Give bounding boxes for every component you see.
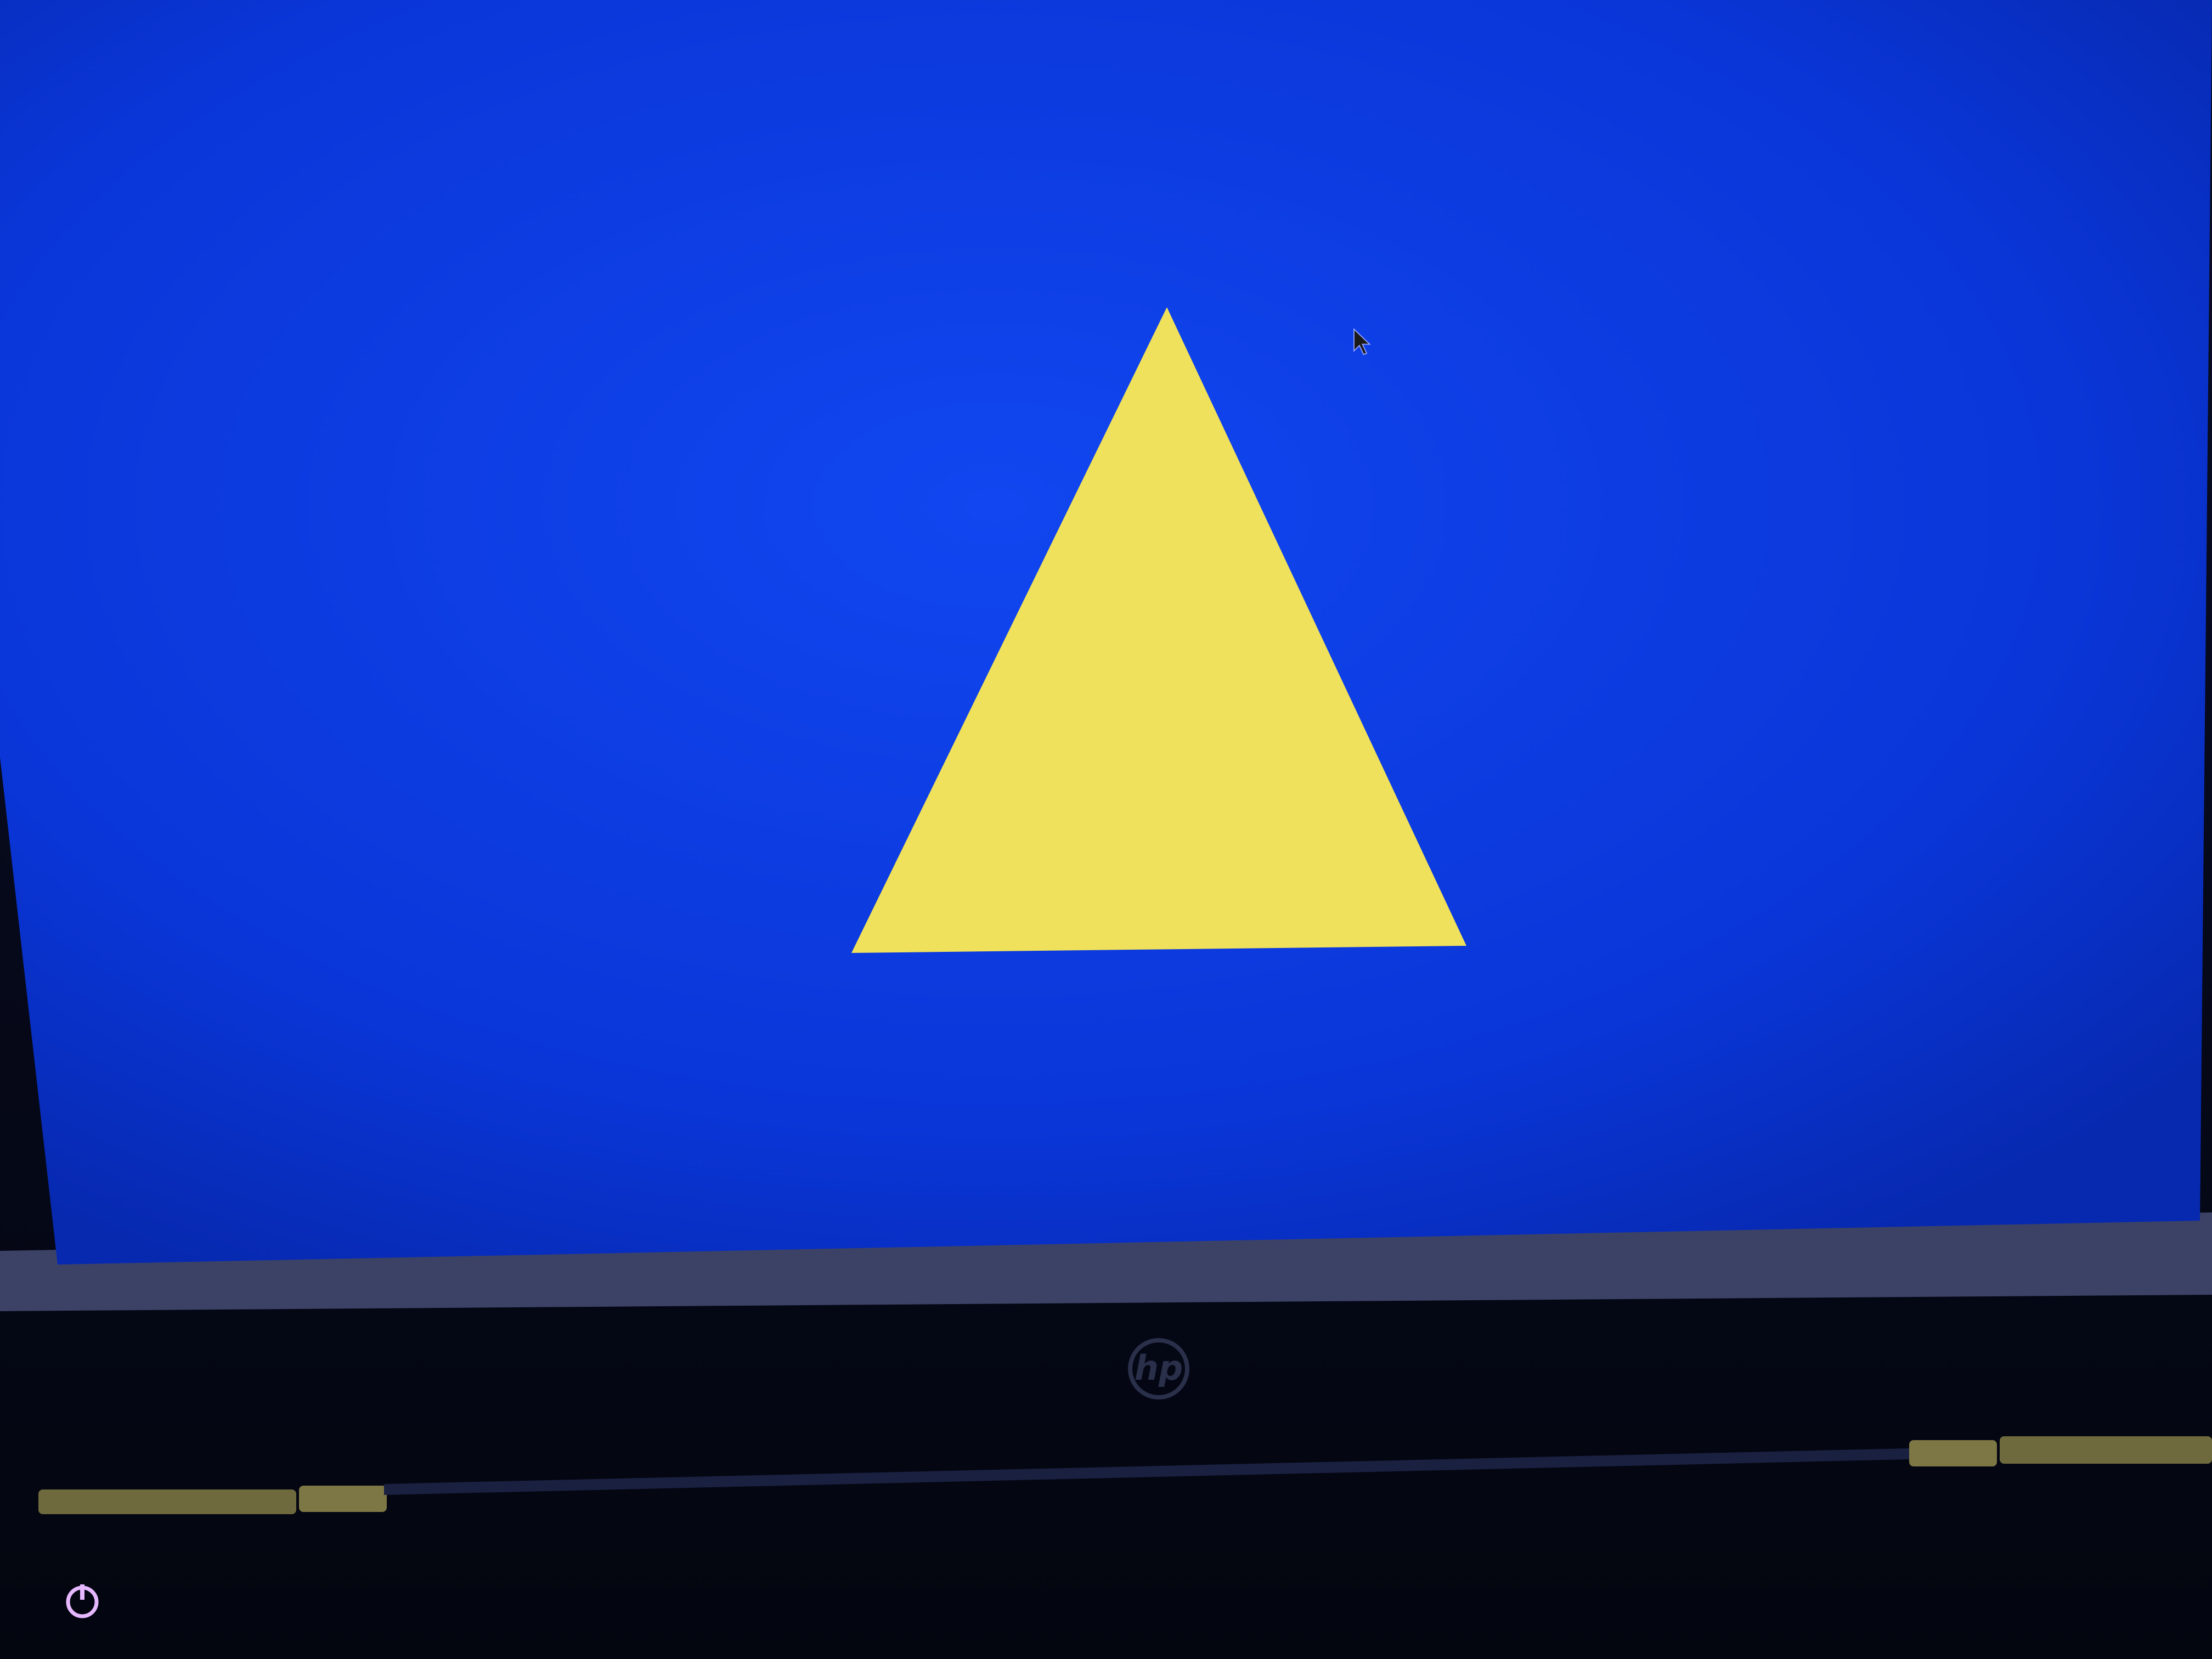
laptop-scene: hp (0, 0, 2212, 1659)
left-hinge (38, 1486, 387, 1514)
right-hinge (1909, 1436, 2212, 1466)
svg-text:hp: hp (1135, 1348, 1183, 1388)
